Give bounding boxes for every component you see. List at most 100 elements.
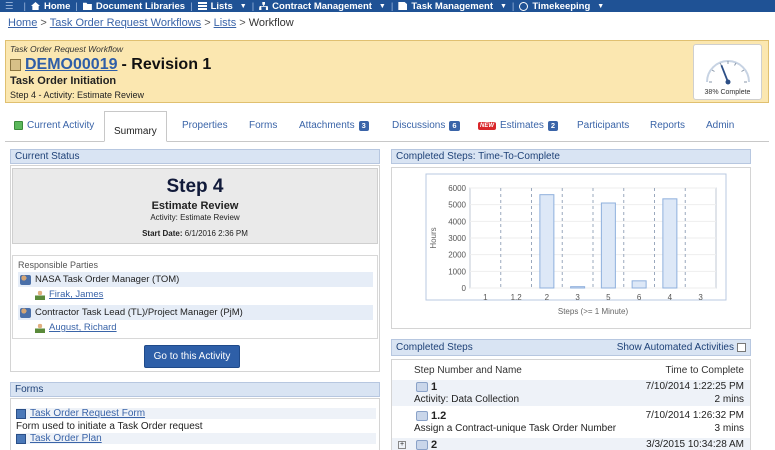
step-icon: [416, 411, 428, 421]
chevron-down-icon: ▼: [597, 2, 605, 10]
bar: [631, 280, 647, 289]
gauge-dial-icon: [706, 60, 750, 85]
nav-lists[interactable]: Lists ▼: [197, 1, 247, 12]
gauge-percent-label: 38% Complete: [704, 89, 751, 96]
person-link[interactable]: August, Richard: [49, 322, 117, 333]
bar: [662, 198, 678, 289]
tab-summary[interactable]: Summary: [104, 111, 167, 142]
chevron-down-icon: ▼: [378, 2, 386, 10]
current-status-header: Current Status: [10, 149, 380, 164]
attachments-count-badge: 3: [358, 120, 369, 131]
completed-step-row[interactable]: 1 7/10/2014 1:22:25 PM Activity: Data Co…: [392, 380, 750, 406]
y-tick-label: 5000: [448, 201, 466, 210]
tab-strip: Current Activity Summary Properties Form…: [5, 111, 769, 142]
menu-toggle-icon[interactable]: ☰: [5, 1, 14, 12]
x-tick-label: 3: [575, 293, 580, 302]
workflow-doc-icon: [10, 59, 21, 71]
org-chart-icon: [259, 2, 269, 10]
form-link[interactable]: Task Order Plan: [30, 433, 102, 444]
current-step-number: Step 4: [166, 176, 224, 197]
home-icon: [31, 2, 40, 10]
x-tick-label: 4: [668, 293, 673, 302]
y-axis-label: Hours: [429, 227, 438, 248]
status-square-icon: [14, 121, 23, 130]
top-nav-bar: ☰ | Home | Document Libraries | Lists ▼ |…: [0, 0, 775, 12]
party-person-row: August, Richard: [35, 322, 117, 333]
tab-admin[interactable]: Admin: [706, 120, 734, 131]
breadcrumb-home-link[interactable]: Home: [8, 17, 37, 29]
discussions-count-badge: 6: [449, 120, 460, 131]
x-tick-label: 1.2: [511, 293, 523, 302]
start-date: Start Date: 6/1/2016 2:36 PM: [142, 229, 248, 238]
tab-estimates[interactable]: NEW Estimates 2: [478, 120, 559, 131]
clock-icon: [519, 1, 529, 11]
y-tick-label: 3000: [448, 234, 466, 243]
nav-home[interactable]: Home: [31, 1, 70, 12]
current-step-activity: Activity: Estimate Review: [150, 213, 240, 222]
x-tick-label: 6: [637, 293, 642, 302]
tab-participants[interactable]: Participants: [577, 120, 629, 131]
x-tick-label: 3: [698, 293, 703, 302]
nav-timekeeping[interactable]: Timekeeping ▼: [519, 1, 604, 12]
show-automated-checkbox[interactable]: [737, 343, 746, 352]
user-icon: [35, 322, 45, 333]
workflow-type-label: Task Order Request Workflow: [10, 44, 124, 54]
nav-task-management[interactable]: Task Management ▼: [398, 1, 507, 12]
list-icon: [197, 2, 207, 10]
breadcrumb-lists-link[interactable]: Lists: [214, 17, 237, 29]
workflow-header: Task Order Request Workflow DEMO00019 - …: [5, 40, 769, 103]
tab-reports[interactable]: Reports: [650, 120, 685, 131]
col-time-header: Time to Complete: [665, 365, 744, 376]
breadcrumb: Home > Task Order Request Workflows > Lists >…: [8, 17, 294, 29]
form-icon: [16, 433, 26, 444]
time-to-complete-chart: 0 1000 2000 3000 4000 5000 6000 1 1.2 2 3 5 6 4 3 Steps…: [391, 167, 751, 329]
completed-step-row[interactable]: 1.2 7/10/2014 1:26:32 PM Assign a Contra…: [392, 409, 750, 435]
person-link[interactable]: Firak, James: [49, 289, 103, 300]
tab-attachments[interactable]: Attachments 3: [299, 120, 369, 131]
x-tick-label: 5: [606, 293, 611, 302]
y-tick-label: 6000: [448, 184, 466, 193]
nav-contract-management[interactable]: Contract Management ▼: [259, 1, 386, 12]
tab-forms[interactable]: Forms: [249, 120, 277, 131]
step-icon: [416, 382, 428, 392]
completed-steps-panel: Step Number and Name Time to Complete 1 …: [391, 359, 751, 450]
form-item: Task Order Request Form: [16, 408, 376, 419]
responsible-parties-label: Responsible Parties: [18, 260, 99, 270]
col-step-header: Step Number and Name: [414, 365, 522, 376]
party-role-row: Contractor Task Lead (TL)/Project Manage…: [18, 305, 373, 320]
bar: [600, 202, 616, 289]
step-activity-line: Step 4 - Activity: Estimate Review: [10, 90, 145, 100]
form-icon: [16, 408, 26, 419]
estimates-count-badge: 2: [547, 120, 559, 131]
chevron-down-icon: ▼: [499, 2, 507, 10]
form-item: Task Order Plan: [16, 433, 376, 444]
workflow-id-link[interactable]: DEMO00019: [25, 56, 118, 74]
breadcrumb-workflows-link[interactable]: Task Order Request Workflows: [50, 17, 201, 29]
completed-step-row[interactable]: + 2 3/3/2015 10:34:28 AM: [392, 438, 750, 450]
user-icon: [35, 289, 45, 300]
party-role-row: NASA Task Order Manager (TOM): [18, 272, 373, 287]
y-tick-label: 1000: [448, 267, 466, 276]
x-tick-label: 1: [483, 293, 488, 302]
group-icon: [20, 307, 31, 318]
folder-icon: [82, 2, 92, 10]
tab-properties[interactable]: Properties: [182, 120, 228, 131]
revision-label: - Revision 1: [121, 56, 212, 73]
tab-current-activity[interactable]: Current Activity: [14, 120, 94, 131]
current-step-box: Step 4 Estimate Review Activity: Estimat…: [12, 168, 378, 244]
form-link[interactable]: Task Order Request Form: [30, 408, 145, 419]
tab-discussions[interactable]: Discussions 6: [392, 120, 460, 131]
progress-gauge: 38% Complete: [693, 44, 762, 100]
nav-document-libraries[interactable]: Document Libraries: [82, 1, 185, 12]
chevron-down-icon: ▼: [239, 2, 247, 10]
show-automated-label: Show Automated Activities: [616, 342, 734, 353]
form-description: Form used to initiate a Task Order reque…: [16, 421, 203, 432]
expand-icon[interactable]: +: [398, 441, 406, 449]
x-axis-label: Steps (>= 1 Minute): [558, 307, 629, 316]
go-to-activity-button[interactable]: Go to this Activity: [144, 345, 240, 368]
current-step-name: Estimate Review: [151, 200, 239, 212]
breadcrumb-current: Workflow: [248, 17, 294, 29]
forms-header: Forms: [10, 382, 380, 397]
responsible-parties: Responsible Parties NASA Task Order Mana…: [12, 255, 378, 339]
document-icon: [398, 2, 408, 10]
